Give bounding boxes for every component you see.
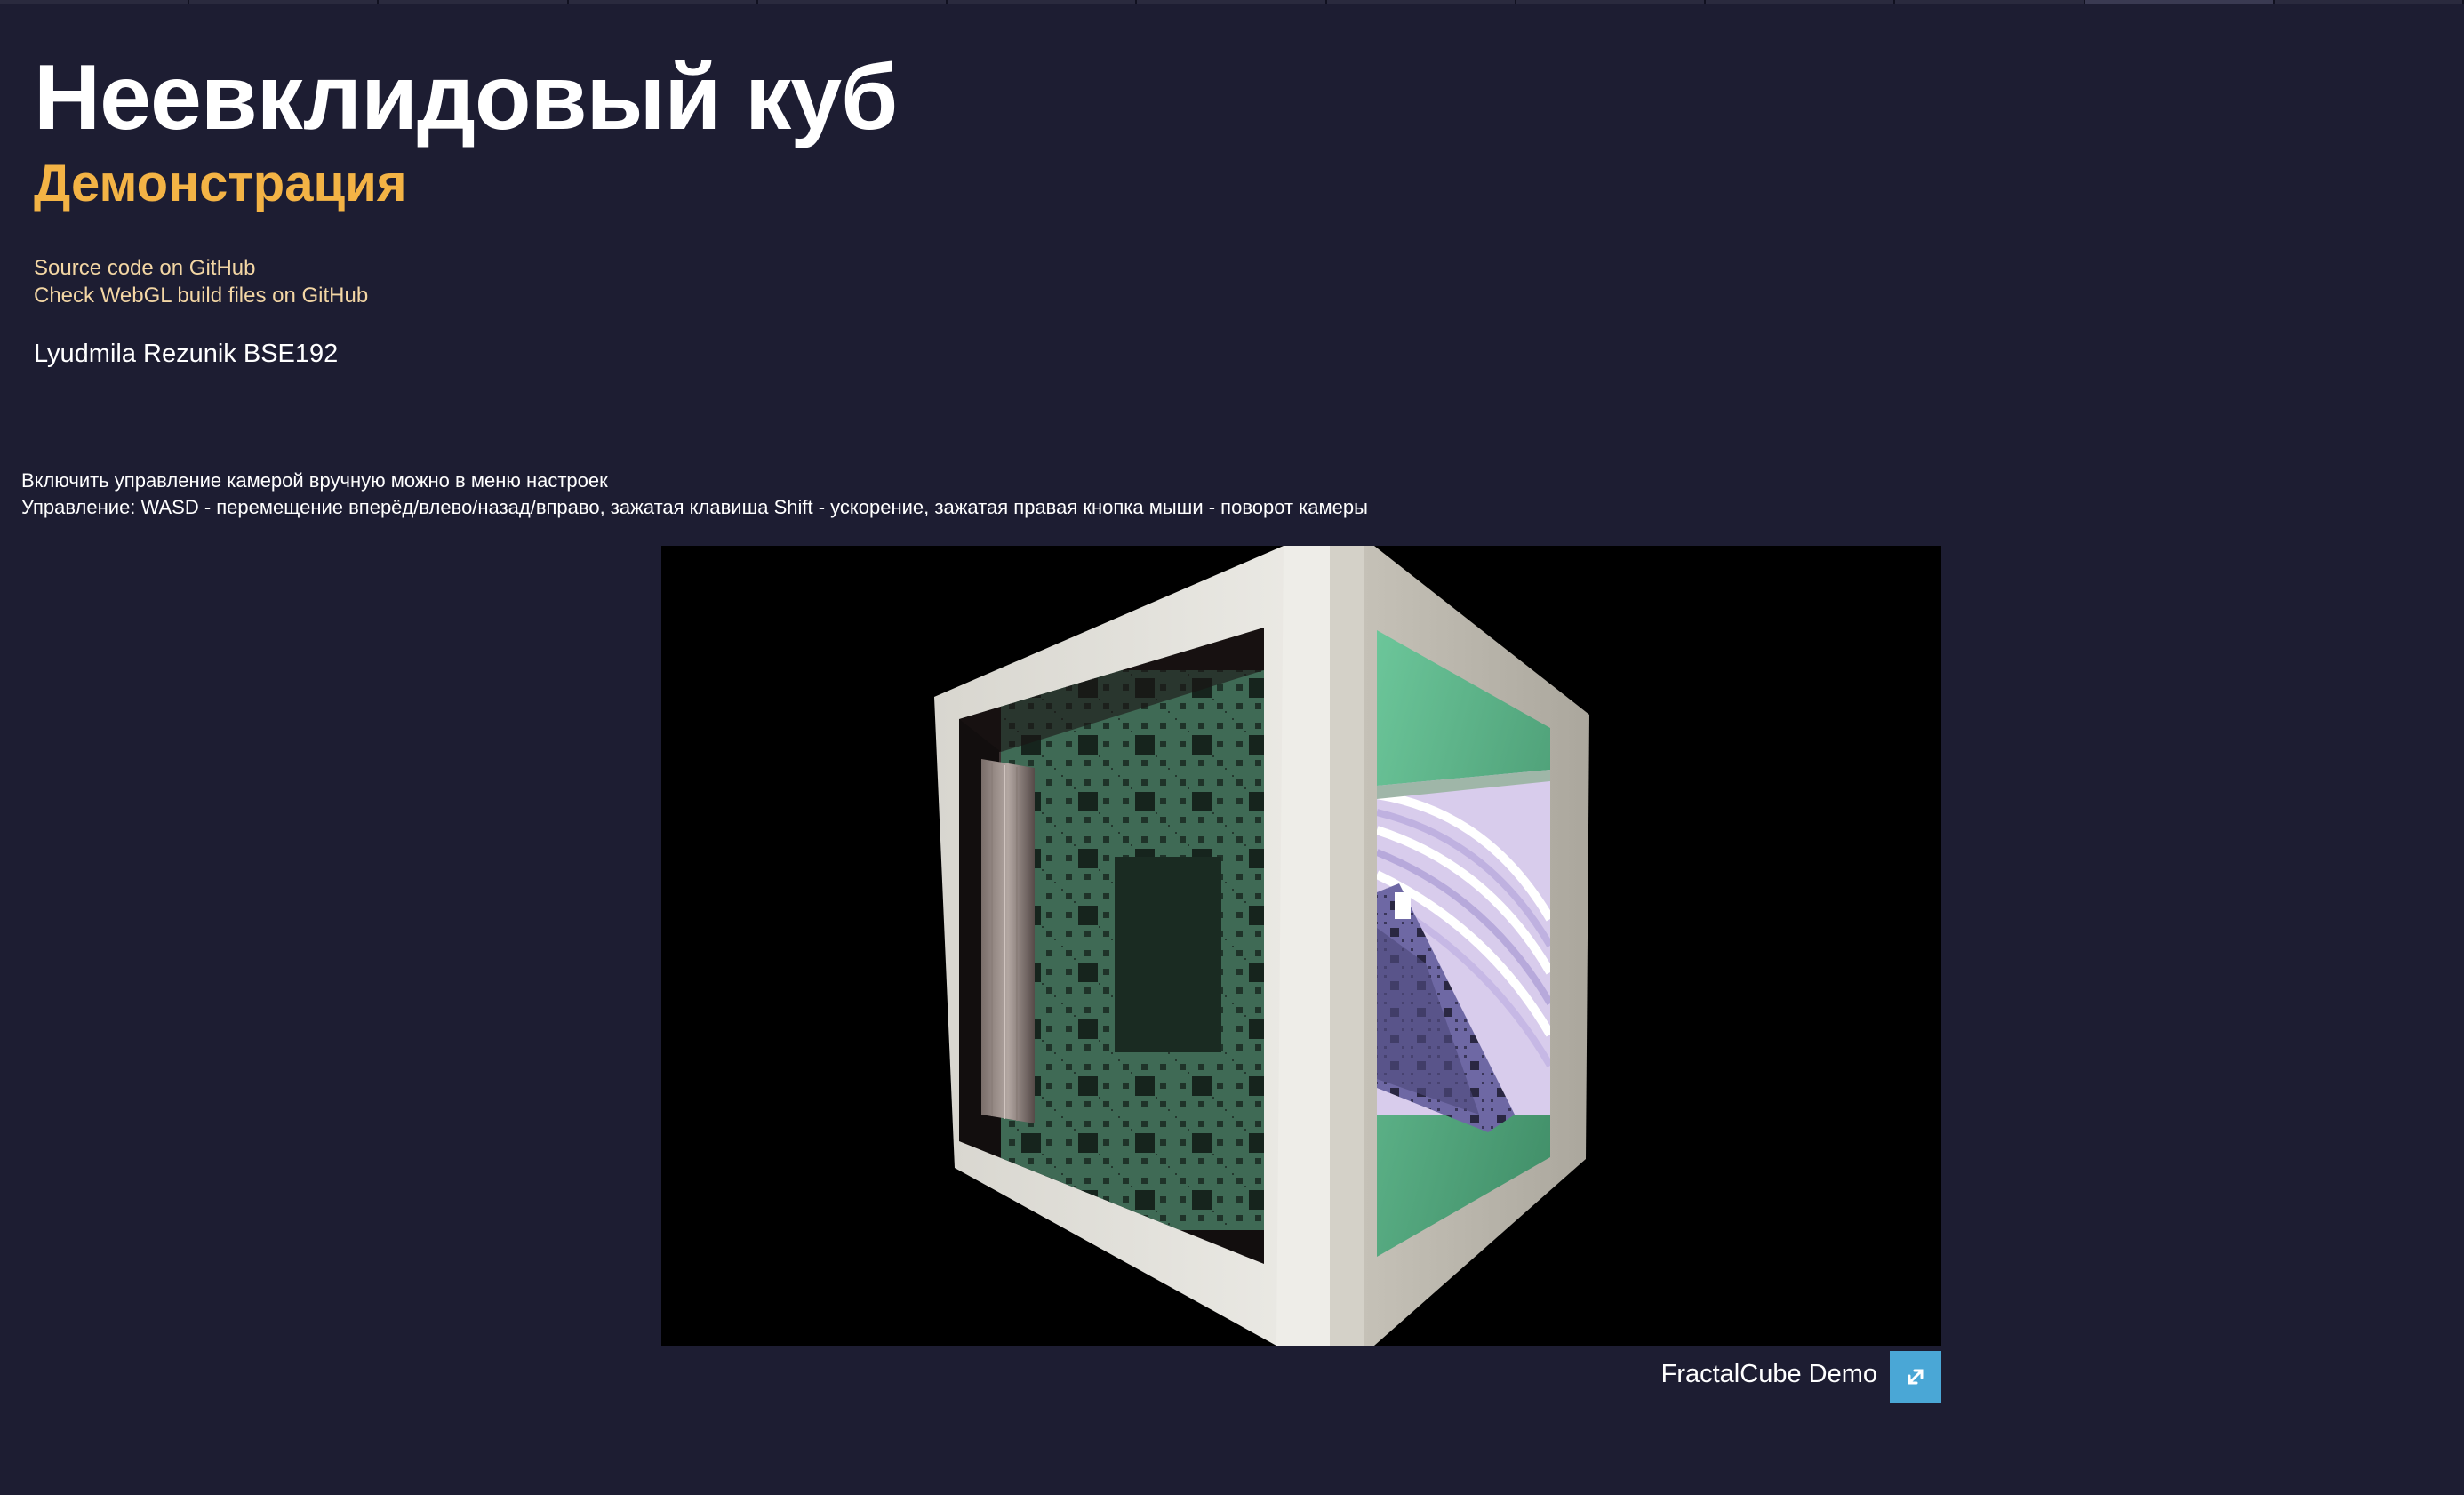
tab-segment[interactable] [1327, 0, 1516, 4]
tab-segment[interactable] [1137, 0, 1327, 4]
unity-webgl-canvas[interactable] [661, 546, 1941, 1346]
browser-tab-strip [0, 0, 2464, 4]
tab-segment[interactable] [2275, 0, 2464, 4]
camera-hint-text: Включить управление камерой вручную можн… [21, 469, 608, 492]
fractal-cube-render [934, 546, 1589, 1346]
tab-segment[interactable] [758, 0, 948, 4]
expand-arrows-icon [1908, 1369, 1924, 1385]
tab-segment[interactable] [1516, 0, 1707, 4]
tab-segment[interactable] [1706, 0, 1896, 4]
source-links: Source code on GitHub Check WebGL build … [34, 254, 368, 309]
page-title: Неевклидовый куб [34, 46, 898, 149]
control-instructions: Включить управление камерой вручную можн… [21, 468, 1368, 521]
controls-hint-text: Управление: WASD - перемещение вперёд/вл… [21, 496, 1368, 518]
tab-segment[interactable] [1895, 0, 2085, 4]
fullscreen-button[interactable] [1890, 1351, 1941, 1403]
player-title: FractalCube Demo [1660, 1360, 1877, 1388]
tab-segment-active[interactable] [2084, 0, 2275, 4]
tab-segment[interactable] [0, 0, 190, 4]
tab-segment[interactable] [189, 0, 380, 4]
author-label: Lyudmila Rezunik BSE192 [34, 340, 339, 368]
source-code-link[interactable]: Source code on GitHub [34, 254, 368, 282]
tab-segment[interactable] [569, 0, 758, 4]
tab-segment[interactable] [379, 0, 569, 4]
tab-segment[interactable] [948, 0, 1138, 4]
webgl-build-link[interactable]: Check WebGL build files on GitHub [34, 282, 368, 309]
page-subtitle: Демонстрация [34, 155, 407, 212]
